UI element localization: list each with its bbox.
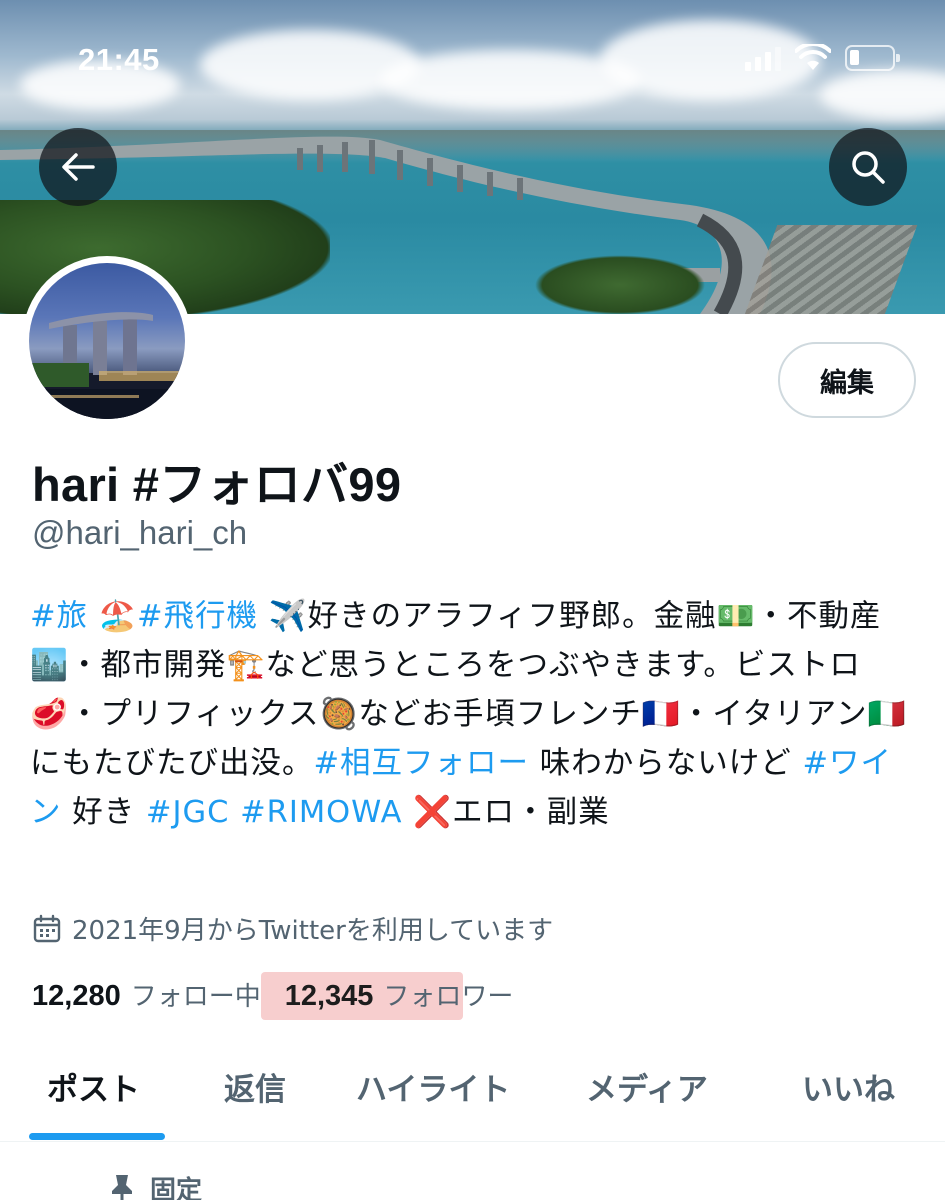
- followers-link[interactable]: 12,345 フォロワー: [260, 972, 513, 1020]
- joined-date: 2021年9月からTwitterを利用しています: [32, 910, 553, 947]
- wifi-icon: [795, 44, 831, 70]
- following-label[interactable]: フォロー中: [131, 976, 261, 1013]
- bio-text: ❌エロ・副業: [402, 795, 610, 830]
- calendar-icon: [33, 914, 61, 942]
- bio: #旅 🏖️#飛行機 ✈️好きのアラフィフ野郎。金融💵・不動産🏙️・都市開発🏗️な…: [30, 592, 915, 837]
- avatar[interactable]: [22, 256, 192, 426]
- tab-media[interactable]: メディア: [586, 1064, 708, 1109]
- bio-text: [229, 795, 240, 830]
- hashtag-link[interactable]: #旅: [30, 599, 88, 634]
- back-button[interactable]: [39, 128, 117, 206]
- joined-text: 2021年9月からTwitterを利用しています: [72, 916, 554, 946]
- active-tab-indicator: [29, 1133, 165, 1140]
- tab-highlights[interactable]: ハイライト: [356, 1064, 510, 1109]
- bio-text: 好き: [61, 795, 146, 830]
- tab-posts[interactable]: ポスト: [47, 1064, 140, 1109]
- bio-text: 🏖️: [88, 599, 137, 634]
- status-time: 21:45: [78, 42, 160, 77]
- pin-icon: [112, 1174, 132, 1200]
- pinned-text: 固定: [150, 1176, 203, 1200]
- avatar-image: [29, 263, 185, 419]
- tab-replies[interactable]: 返信: [224, 1064, 286, 1109]
- hashtag-link[interactable]: #JGC: [146, 795, 229, 830]
- hashtag-link[interactable]: #飛行機: [137, 599, 258, 634]
- profile-tabs: ポスト 返信 ハイライト メディア いいね: [0, 1040, 945, 1142]
- arrow-left-icon: [62, 153, 95, 181]
- follow-counts: 12,280 フォロー中 12,345 フォロワー: [32, 972, 513, 1020]
- handle: @hari_hari_ch: [32, 514, 248, 551]
- tab-likes[interactable]: いいね: [802, 1064, 895, 1109]
- cellular-signal-icon: [745, 45, 781, 71]
- hashtag-link[interactable]: #RIMOWA: [240, 795, 402, 830]
- hashtag-link[interactable]: #相互フォロー: [314, 746, 530, 781]
- battery-icon: [845, 45, 900, 71]
- edit-profile-button[interactable]: 編集: [778, 342, 916, 418]
- search-icon: [852, 151, 885, 184]
- display-name: hari #フォロバ99: [32, 458, 402, 511]
- bio-text: 味わからないけど: [529, 746, 803, 781]
- followers-label[interactable]: フォロワー: [383, 976, 513, 1013]
- following-count[interactable]: 12,280: [32, 980, 121, 1013]
- followers-count[interactable]: 12,345: [285, 980, 374, 1013]
- status-icons: [745, 44, 900, 72]
- search-button[interactable]: [829, 128, 907, 206]
- pinned-label: 固定: [108, 1170, 202, 1200]
